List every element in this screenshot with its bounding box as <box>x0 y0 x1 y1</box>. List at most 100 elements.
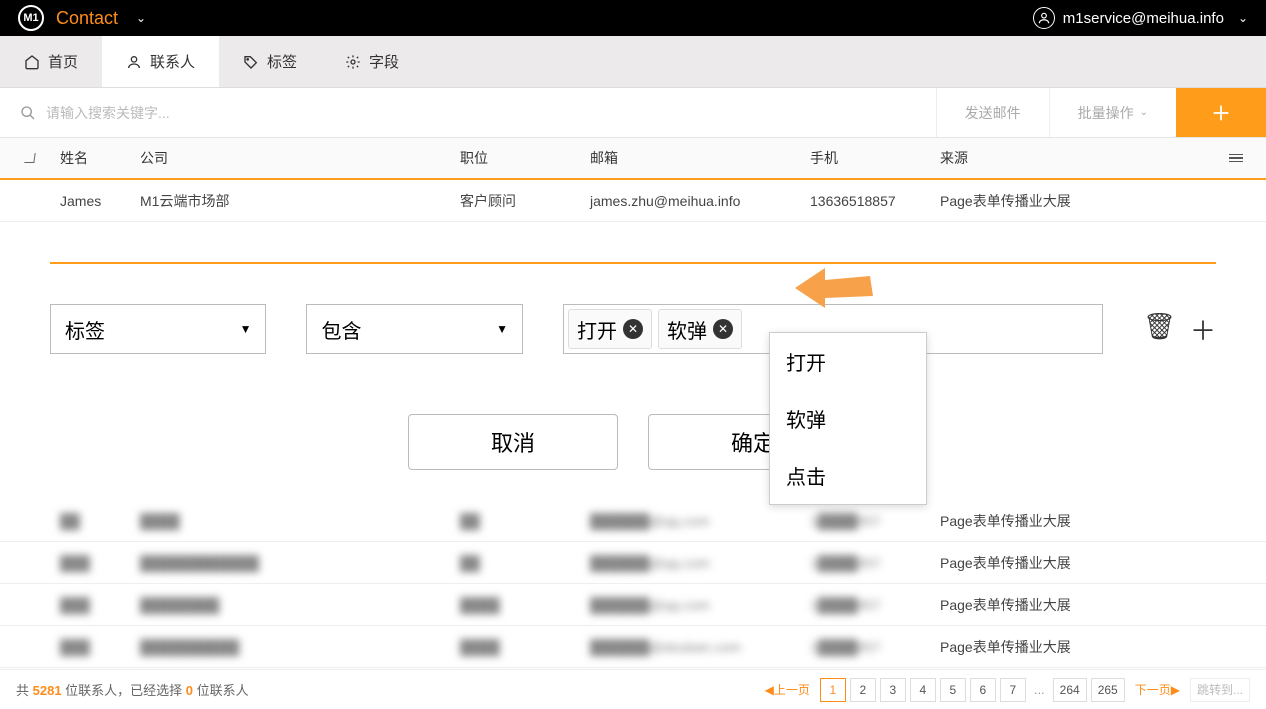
col-company[interactable]: 公司 <box>140 148 460 168</box>
tab-contacts[interactable]: 联系人 <box>102 36 219 87</box>
tab-tags[interactable]: 标签 <box>219 36 321 87</box>
dropdown-option[interactable]: 软弹 <box>770 390 926 447</box>
page-number[interactable]: 5 <box>940 678 966 702</box>
filter-operator-dropdown[interactable]: 包含 ▼ <box>306 304 522 354</box>
search-input[interactable] <box>46 105 916 121</box>
chevron-down-icon: ⌄ <box>1140 107 1148 118</box>
tab-label: 标签 <box>267 51 297 72</box>
chevron-down-icon: ▼ <box>240 322 252 336</box>
page-number[interactable]: 3 <box>880 678 906 702</box>
button-label: 批量操作 <box>1078 103 1134 123</box>
jump-to-page[interactable]: 跳转到... <box>1190 678 1250 702</box>
cell-source: Page表单传播业大展 <box>940 511 1206 531</box>
filter-field-dropdown[interactable]: 标签 ▼ <box>50 304 266 354</box>
app-name[interactable]: Contact <box>56 8 118 29</box>
col-position[interactable]: 职位 <box>460 148 590 168</box>
footer: 共 5281 位联系人，已经选择 0 位联系人 ◀上一页 1 2 3 4 5 6… <box>0 669 1266 709</box>
chevron-down-icon: ▼ <box>496 322 508 336</box>
dropdown-option[interactable]: 点击 <box>770 447 926 504</box>
contacts-table: 姓名 公司 职位 邮箱 手机 来源 James M1云端市场部 客户顾问 jam… <box>0 138 1266 222</box>
chevron-down-icon[interactable]: ⌄ <box>136 11 146 25</box>
annotation-arrow-icon <box>795 258 875 318</box>
col-source[interactable]: 来源 <box>940 148 1206 168</box>
page-number[interactable]: 264 <box>1053 678 1087 702</box>
table-row[interactable]: █████████████████████@qq.com1████857Page… <box>0 584 1266 626</box>
cell-source: Page表单传播业大展 <box>940 595 1206 615</box>
page-number[interactable]: 2 <box>850 678 876 702</box>
tab-fields[interactable]: 字段 <box>321 36 423 87</box>
page-number[interactable]: 4 <box>910 678 936 702</box>
tab-label: 首页 <box>48 51 78 72</box>
filter-buttons: 取消 确定 <box>50 414 1216 470</box>
columns-settings-icon[interactable] <box>1206 154 1266 163</box>
col-name[interactable]: 姓名 <box>60 148 140 168</box>
delete-filter-icon[interactable]: 🗑 <box>1143 311 1176 348</box>
chip-label: 软弹 <box>667 315 707 344</box>
search-icon <box>20 105 36 121</box>
table-row[interactable]: ███████████████████████@qq.com1████857Pa… <box>0 542 1266 584</box>
page-ellipsis: ... <box>1030 682 1049 697</box>
top-bar: M1 Contact ⌄ m1service@meihua.info ⌄ <box>0 0 1266 36</box>
cell-email: james.zhu@meihua.info <box>590 193 810 209</box>
col-email[interactable]: 邮箱 <box>590 148 810 168</box>
col-phone[interactable]: 手机 <box>810 148 940 168</box>
table-row[interactable]: ██████████████@qq.com1████857Page表单传播业大展 <box>0 500 1266 542</box>
home-icon <box>24 54 40 70</box>
filter-actions: 🗑 ＋ <box>1143 311 1216 348</box>
chip-label: 打开 <box>577 315 617 344</box>
cell-source: Page表单传播业大展 <box>940 191 1206 211</box>
page-number[interactable]: 6 <box>970 678 996 702</box>
next-page-button[interactable]: 下一页▶ <box>1129 678 1186 702</box>
table-header: 姓名 公司 职位 邮箱 手机 来源 <box>0 138 1266 180</box>
cell-source: Page表单传播业大展 <box>940 637 1206 657</box>
plus-icon <box>1210 102 1232 124</box>
page-number[interactable]: 265 <box>1091 678 1125 702</box>
nav-tabs: 首页 联系人 标签 字段 <box>0 36 1266 88</box>
dropdown-value: 包含 <box>321 315 361 344</box>
tag-icon <box>243 54 259 70</box>
toolbar: 发送邮件 批量操作 ⌄ <box>0 88 1266 138</box>
table-row[interactable]: James M1云端市场部 客户顾问 james.zhu@meihua.info… <box>0 180 1266 222</box>
page-number[interactable]: 1 <box>820 678 846 702</box>
select-all[interactable] <box>0 153 60 163</box>
tab-home[interactable]: 首页 <box>0 36 102 87</box>
cancel-button[interactable]: 取消 <box>408 414 618 470</box>
add-filter-icon[interactable]: ＋ <box>1190 311 1216 348</box>
footer-summary: 共 5281 位联系人，已经选择 0 位联系人 <box>16 680 249 699</box>
user-icon <box>1033 7 1055 29</box>
add-contact-button[interactable] <box>1176 88 1266 137</box>
person-icon <box>126 54 142 70</box>
send-mail-button[interactable]: 发送邮件 <box>936 88 1049 137</box>
batch-ops-button[interactable]: 批量操作 ⌄ <box>1049 88 1176 137</box>
remove-chip-icon[interactable]: ✕ <box>623 319 643 339</box>
cell-phone: 13636518857 <box>810 193 940 209</box>
blurred-rows: ██████████████@qq.com1████857Page表单传播业大展… <box>0 500 1266 668</box>
selected-count: 0 <box>186 683 193 698</box>
search-area <box>0 88 936 137</box>
filter-tag-chip: 软弹 ✕ <box>658 309 742 349</box>
dropdown-option[interactable]: 打开 <box>770 333 926 390</box>
app-logo: M1 <box>18 5 44 31</box>
tab-label: 联系人 <box>150 51 195 72</box>
remove-chip-icon[interactable]: ✕ <box>713 319 733 339</box>
cell-company: M1云端市场部 <box>140 191 460 211</box>
prev-page-button[interactable]: ◀上一页 <box>759 678 816 702</box>
button-label: 发送邮件 <box>965 103 1021 123</box>
table-row[interactable]: ███████████████████████@douban.com1████8… <box>0 626 1266 668</box>
gear-icon <box>345 54 361 70</box>
filter-panel: 标签 ▼ 包含 ▼ 打开 ✕ 软弹 ✕ 🗑 ＋ 取消 确定 <box>50 242 1216 500</box>
filter-tag-chip: 打开 ✕ <box>568 309 652 349</box>
cell-position: 客户顾问 <box>460 191 590 211</box>
divider <box>50 262 1216 264</box>
user-email: m1service@meihua.info <box>1063 10 1224 27</box>
tab-label: 字段 <box>369 51 399 72</box>
pagination: ◀上一页 1 2 3 4 5 6 7 ... 264 265 下一页▶ 跳转到.… <box>759 678 1250 702</box>
user-menu[interactable]: m1service@meihua.info ⌄ <box>1033 7 1248 29</box>
chevron-down-icon: ⌄ <box>1238 11 1248 25</box>
total-count: 5281 <box>33 683 62 698</box>
tag-suggestions-dropdown: 打开 软弹 点击 <box>769 332 927 505</box>
cell-name: James <box>60 193 140 209</box>
dropdown-value: 标签 <box>65 315 105 344</box>
topbar-left: M1 Contact ⌄ <box>18 5 146 31</box>
page-number[interactable]: 7 <box>1000 678 1026 702</box>
